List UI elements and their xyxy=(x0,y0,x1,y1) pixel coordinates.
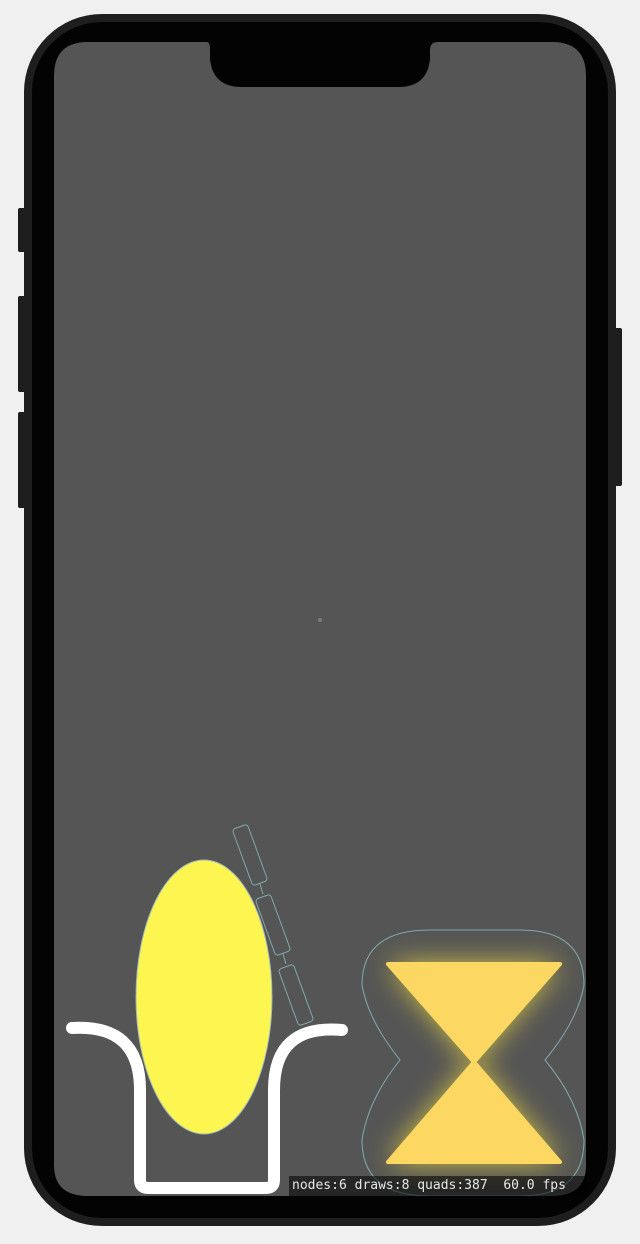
screen xyxy=(54,42,586,1196)
ellipse-node[interactable] xyxy=(135,859,273,1135)
phone-svg xyxy=(18,14,622,1226)
debug-stats-overlay: nodes:6 draws:8 quads:387 60.0 fps xyxy=(289,1176,587,1196)
center-point-marker xyxy=(318,618,322,622)
screenshot-stage: nodes:6 draws:8 quads:387 60.0 fps xyxy=(0,0,640,1240)
